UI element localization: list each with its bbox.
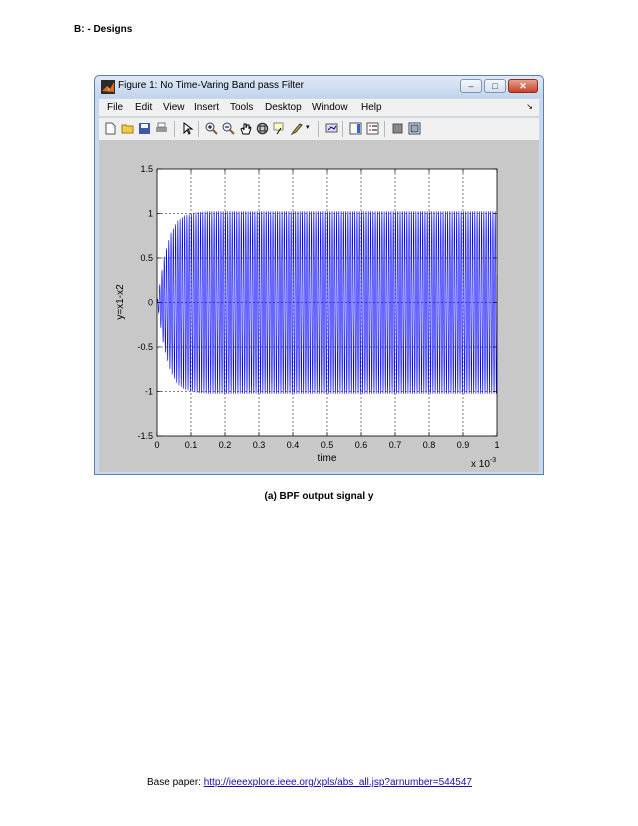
plot-area[interactable]: 0 0.1 0.2 0.3 0.4 0.5 0.6 0.7 0.8 0.9 1 1.5 1 0.5 0 -0… xyxy=(99,140,539,472)
open-file-icon[interactable] xyxy=(121,122,134,135)
maximize-button[interactable]: □ xyxy=(484,79,506,93)
x-tick-label: 1 xyxy=(494,440,499,450)
menu-edit[interactable]: Edit xyxy=(135,102,152,113)
y-tick-label: -1.5 xyxy=(137,431,153,441)
footer-label: Base paper: xyxy=(147,777,204,788)
x-tick-label: 0.2 xyxy=(219,440,232,450)
pan-icon[interactable] xyxy=(239,122,252,135)
save-icon[interactable] xyxy=(138,122,151,135)
menu-desktop[interactable]: Desktop xyxy=(265,102,302,113)
legend-icon[interactable] xyxy=(366,122,379,135)
x-exponent-label: x 10-3 xyxy=(471,457,496,470)
x-tick-labels: 0 0.1 0.2 0.3 0.4 0.5 0.6 0.7 0.8 0.9 1 xyxy=(154,440,499,450)
menu-insert[interactable]: Insert xyxy=(194,102,219,113)
data-cursor-icon[interactable] xyxy=(273,122,286,135)
x-tick-label: 0 xyxy=(154,440,159,450)
rotate-3d-icon[interactable] xyxy=(256,122,269,135)
menu-bar: File Edit View Insert Tools Desktop Wind… xyxy=(99,99,539,116)
y-tick-label: -0.5 xyxy=(137,342,153,352)
dock-arrow-icon[interactable]: ↘ xyxy=(526,102,533,111)
x-tick-label: 0.6 xyxy=(355,440,368,450)
menu-help[interactable]: Help xyxy=(361,102,382,113)
print-icon[interactable] xyxy=(155,122,168,135)
y-tick-label: 1 xyxy=(148,209,153,219)
edit-plot-icon[interactable] xyxy=(181,122,194,135)
y-tick-label: 0 xyxy=(148,298,153,308)
hide-plot-tools-icon[interactable] xyxy=(391,122,404,135)
title-bar[interactable]: Figure 1: No Time-Varing Band pass Filte… xyxy=(95,76,543,98)
close-button[interactable]: ✕ xyxy=(508,79,538,93)
y-tick-label: 1.5 xyxy=(140,164,153,174)
figure-window: Figure 1: No Time-Varing Band pass Filte… xyxy=(94,75,544,475)
x-tick-label: 0.7 xyxy=(389,440,402,450)
x-axis-label: time xyxy=(318,453,337,464)
new-figure-icon[interactable] xyxy=(104,122,117,135)
menu-view[interactable]: View xyxy=(163,102,185,113)
figure-canvas[interactable]: 0 0.1 0.2 0.3 0.4 0.5 0.6 0.7 0.8 0.9 1 1.5 1 0.5 0 -0… xyxy=(99,140,539,472)
zoom-in-icon[interactable] xyxy=(205,122,218,135)
zoom-out-icon[interactable] xyxy=(222,122,235,135)
section-heading: B: - Designs xyxy=(74,24,133,35)
colorbar-icon[interactable] xyxy=(349,122,362,135)
show-plot-tools-icon[interactable] xyxy=(408,122,421,135)
link-plot-icon[interactable] xyxy=(325,122,338,135)
y-tick-labels: 1.5 1 0.5 0 -0.5 -1 -1.5 xyxy=(137,164,153,441)
x-tick-label: 0.3 xyxy=(253,440,266,450)
menu-tools[interactable]: Tools xyxy=(230,102,253,113)
figure-toolbar: ▾ xyxy=(99,117,539,140)
menu-file[interactable]: File xyxy=(107,102,123,113)
brush-dropdown-icon[interactable]: ▾ xyxy=(306,123,310,131)
minimize-button[interactable]: – xyxy=(460,79,482,93)
menu-window[interactable]: Window xyxy=(312,102,348,113)
x-tick-label: 0.4 xyxy=(287,440,300,450)
y-tick-label: -1 xyxy=(145,387,153,397)
figure-caption: (a) BPF output signal y xyxy=(264,491,374,502)
matlab-logo-icon xyxy=(101,80,115,94)
y-axis-label: y=x1-x2 xyxy=(115,284,126,320)
footer-reference: Base paper: http://ieeexplore.ieee.org/x… xyxy=(147,777,472,788)
window-title: Figure 1: No Time-Varing Band pass Filte… xyxy=(118,80,305,91)
x-tick-label: 0.1 xyxy=(185,440,198,450)
base-paper-link[interactable]: http://ieeexplore.ieee.org/xpls/abs_all.… xyxy=(204,777,472,788)
x-tick-label: 0.8 xyxy=(423,440,436,450)
x-tick-label: 0.9 xyxy=(457,440,470,450)
y-tick-label: 0.5 xyxy=(140,253,153,263)
brush-icon[interactable] xyxy=(290,122,303,135)
x-tick-label: 0.5 xyxy=(321,440,334,450)
